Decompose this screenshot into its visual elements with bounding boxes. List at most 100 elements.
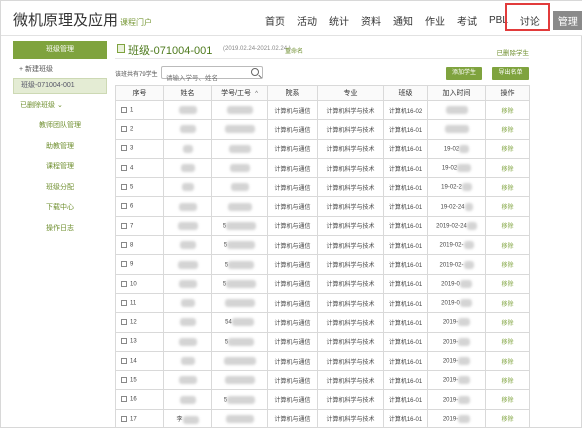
export-list-button[interactable]: 导出名单 xyxy=(492,67,529,80)
sidebar-link-4[interactable]: 下载中心 xyxy=(13,198,107,219)
course-portal-link[interactable]: 课程门户 xyxy=(120,18,152,27)
header-divider xyxy=(1,35,582,36)
remove-link[interactable]: 移除 xyxy=(485,177,530,198)
join-time: 2019-02- xyxy=(439,242,464,249)
remove-link[interactable]: 移除 xyxy=(485,235,530,256)
add-student-button[interactable]: 添加学生 xyxy=(446,67,482,80)
remove-link[interactable]: 移除 xyxy=(485,138,530,159)
cell-index: 15 xyxy=(115,370,164,391)
remove-link[interactable]: 移除 xyxy=(485,389,530,410)
row-checkbox[interactable] xyxy=(121,357,127,364)
sidebar-link-1[interactable]: 助教管理 xyxy=(13,137,107,158)
row-checkbox[interactable] xyxy=(121,184,127,191)
row-checkbox[interactable] xyxy=(121,126,127,133)
row-checkbox[interactable] xyxy=(121,222,127,229)
cell-join-time: 2019- xyxy=(427,350,486,372)
cell-department: 计算机与通信 xyxy=(267,312,318,333)
cell-department: 计算机与通信 xyxy=(267,389,318,410)
sidebar-link-5[interactable]: 操作日志 xyxy=(13,219,107,240)
nav-item-4[interactable]: 通知 xyxy=(393,13,413,28)
row-checkbox[interactable] xyxy=(121,396,127,403)
remove-link[interactable]: 移除 xyxy=(485,99,530,121)
nav-item-6[interactable]: 考试 xyxy=(457,13,477,28)
row-checkbox[interactable] xyxy=(121,241,127,248)
col-header-student-id[interactable]: 学号/工号 ^ xyxy=(211,85,268,101)
remove-link[interactable]: 移除 xyxy=(485,254,530,275)
join-time: 19-02-24 xyxy=(440,204,465,211)
redaction-blur xyxy=(224,125,255,134)
sidebar-header[interactable]: 班级管理 xyxy=(13,41,107,59)
nav-item-3[interactable]: 资料 xyxy=(361,13,381,28)
table-row: 15 计算机与通信 计算机科学与技术 计算机16-01 2019- 移除 xyxy=(115,370,530,391)
cell-major: 计算机科学与技术 xyxy=(317,157,384,179)
sidebar-item-current-class[interactable]: 班级-071004-001 xyxy=(13,78,107,94)
cell-join-time xyxy=(427,99,486,121)
cell-name xyxy=(163,119,212,140)
row-checkbox[interactable] xyxy=(121,145,127,152)
remove-link[interactable]: 移除 xyxy=(485,215,530,237)
sort-icon[interactable]: ^ xyxy=(255,91,258,97)
remove-link[interactable]: 移除 xyxy=(485,331,530,352)
cell-join-time: 2019-02-24 xyxy=(427,215,486,237)
table-row: 3 计算机与通信 计算机科学与技术 计算机16-01 19-02 移除 xyxy=(115,138,530,159)
new-class-button[interactable]: + 新建班级 xyxy=(13,64,107,76)
cell-department: 计算机与通信 xyxy=(267,331,318,352)
row-index: 5 xyxy=(130,184,134,191)
row-checkbox[interactable] xyxy=(121,299,127,306)
redaction-blur xyxy=(466,221,477,230)
cell-join-time: 2019-0 xyxy=(427,273,486,294)
remove-link[interactable]: 移除 xyxy=(485,370,530,391)
remove-link[interactable]: 移除 xyxy=(485,312,530,333)
remove-link[interactable]: 移除 xyxy=(485,292,530,314)
remove-link[interactable]: 移除 xyxy=(485,273,530,294)
deleted-students-link[interactable]: 已删除学生 xyxy=(497,47,530,57)
redaction-blur xyxy=(228,337,255,346)
nav-item-1[interactable]: 活动 xyxy=(297,13,317,28)
redaction-blur xyxy=(458,395,471,404)
remove-link[interactable]: 移除 xyxy=(485,408,530,428)
remove-link[interactable]: 移除 xyxy=(485,196,530,217)
row-index: 13 xyxy=(130,339,137,345)
student-count: 该班共有79学生 xyxy=(115,72,158,78)
nav-item-0[interactable]: 首页 xyxy=(265,13,285,28)
row-checkbox[interactable] xyxy=(121,377,127,384)
row-checkbox[interactable] xyxy=(121,338,127,345)
row-checkbox[interactable] xyxy=(121,203,127,210)
nav-item-9[interactable]: 管理 xyxy=(552,11,582,30)
deleted-classes-toggle[interactable]: 已删除班级 ⌄ xyxy=(13,100,107,112)
cell-name xyxy=(163,235,212,256)
cell-class: 计算机16-01 xyxy=(383,157,428,179)
sidebar-link-3[interactable]: 班级分配 xyxy=(13,178,107,199)
redaction-blur xyxy=(463,260,474,269)
remove-link[interactable]: 移除 xyxy=(485,119,530,140)
cell-index: 13 xyxy=(115,331,164,352)
row-checkbox[interactable] xyxy=(121,164,127,171)
remove-link[interactable]: 移除 xyxy=(485,350,530,372)
nav-item-5[interactable]: 作业 xyxy=(425,13,445,28)
search-icon[interactable] xyxy=(251,68,259,76)
course-brand[interactable]: 微机原理及应用 课程门户 xyxy=(13,9,152,30)
cell-major: 计算机科学与技术 xyxy=(317,254,384,275)
cell-class: 计算机16-01 xyxy=(383,215,428,237)
cell-join-time: 19-02 xyxy=(427,138,486,159)
search-box[interactable] xyxy=(161,66,263,84)
search-input[interactable] xyxy=(162,73,248,84)
row-checkbox[interactable] xyxy=(121,319,127,326)
cell-index: 4 xyxy=(115,157,164,179)
row-checkbox[interactable] xyxy=(121,280,127,287)
cell-student-id: 5 xyxy=(211,235,268,256)
row-checkbox[interactable] xyxy=(121,261,127,268)
remove-link[interactable]: 移除 xyxy=(485,157,530,179)
cell-join-time: 2019-02- xyxy=(427,235,486,256)
cell-department: 计算机与通信 xyxy=(267,292,318,314)
rename-link[interactable]: 重命名 xyxy=(285,46,303,55)
cell-student-id xyxy=(211,99,268,121)
cell-name xyxy=(163,350,212,372)
sidebar-link-0[interactable]: 教师团队管理 xyxy=(13,116,107,137)
row-checkbox[interactable] xyxy=(121,106,127,113)
sidebar-link-2[interactable]: 课程管理 xyxy=(13,157,107,178)
nav-item-2[interactable]: 统计 xyxy=(329,13,349,28)
row-checkbox[interactable] xyxy=(121,415,127,422)
cell-student-id xyxy=(211,350,268,372)
table-body: 1 计算机与通信 计算机科学与技术 计算机16-02 移除 2 计算机与通信 计算机科学与技术… xyxy=(115,99,530,428)
